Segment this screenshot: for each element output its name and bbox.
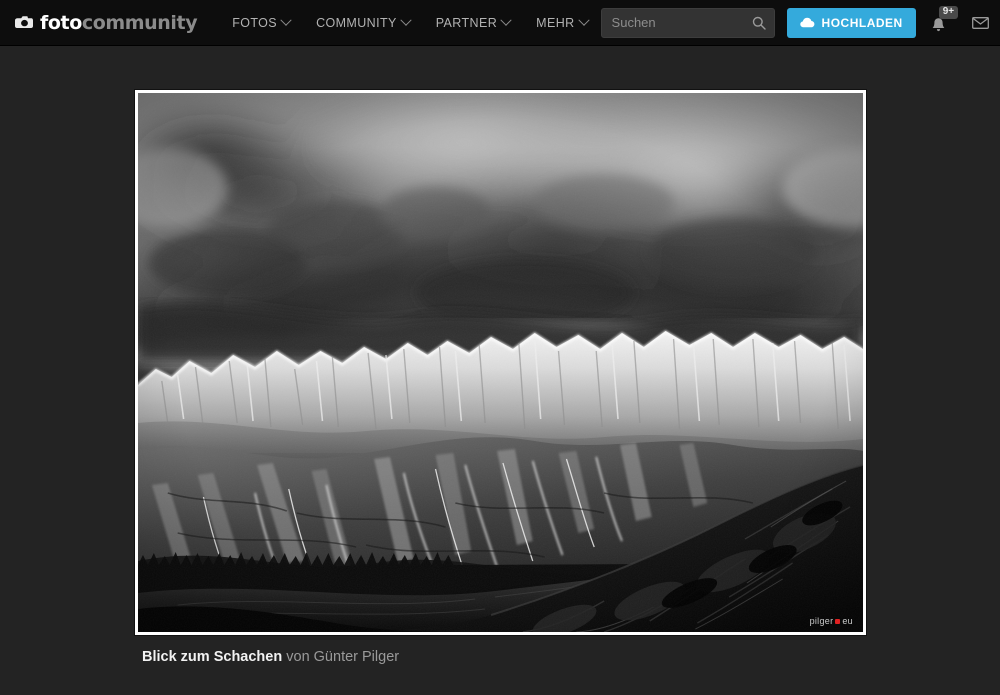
envelope-icon — [972, 16, 990, 29]
nav-item-fotos[interactable]: FOTOS — [219, 0, 303, 46]
upload-button[interactable]: HOCHLADEN — [786, 7, 916, 38]
photo-caption: Blick zum Schachen von Günter Pilger — [142, 650, 399, 665]
photo-stage: pilger eu Blick zum Schachen von Günter P… — [0, 46, 1000, 695]
header-actions: HOCHLADEN 9+ — [600, 5, 1000, 41]
nav-item-mehr[interactable]: MEHR — [523, 0, 600, 46]
main-navigation: FOTOS COMMUNITY PARTNER MEHR — [219, 0, 600, 46]
nav-item-label: MEHR — [536, 15, 575, 30]
logo-text-primary: foto — [40, 11, 82, 34]
nav-item-label: COMMUNITY — [316, 15, 397, 30]
upload-button-label: HOCHLADEN — [821, 15, 903, 30]
mountain-photograph — [138, 93, 863, 632]
logo-text-secondary: community — [81, 11, 198, 34]
nav-item-community[interactable]: COMMUNITY — [303, 0, 423, 46]
camera-icon — [15, 16, 33, 28]
chevron-down-icon — [500, 14, 512, 26]
site-logo[interactable]: fotocommunity — [14, 11, 198, 34]
chevron-down-icon — [280, 14, 292, 26]
cloud-upload-icon — [799, 17, 814, 28]
nav-item-label: PARTNER — [435, 15, 498, 30]
search-input[interactable] — [601, 8, 774, 37]
photo-frame[interactable]: pilger eu — [135, 90, 866, 635]
bell-icon — [932, 18, 945, 32]
chevron-down-icon — [400, 14, 412, 26]
search-box[interactable] — [600, 7, 775, 38]
messages-button[interactable] — [966, 5, 996, 41]
notifications-button[interactable]: 9+ — [926, 5, 959, 41]
nav-item-partner[interactable]: PARTNER — [423, 0, 523, 46]
site-header: fotocommunity FOTOS COMMUNITY PARTNER ME… — [0, 0, 1000, 46]
photo-image[interactable]: pilger eu — [138, 93, 863, 632]
watermark-prefix: pilger — [809, 616, 834, 626]
photo-title[interactable]: Blick zum Schachen — [142, 649, 282, 665]
watermark-suffix: eu — [842, 616, 853, 626]
photo-watermark: pilger eu — [810, 616, 853, 626]
nav-item-label: FOTOS — [232, 15, 278, 30]
chevron-down-icon — [577, 14, 590, 26]
notifications-badge: 9+ — [938, 5, 959, 19]
watermark-dot-icon — [835, 618, 841, 624]
photo-byline[interactable]: von Günter Pilger — [286, 649, 399, 665]
